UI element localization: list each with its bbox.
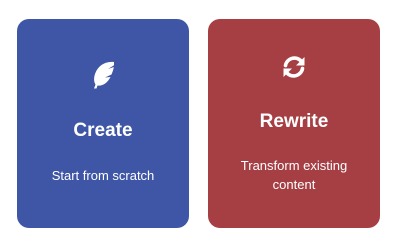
- sync-icon: [208, 53, 380, 81]
- feather-icon: [17, 60, 189, 90]
- create-card[interactable]: Create Start from scratch: [17, 19, 189, 228]
- rewrite-card-title: Rewrite: [259, 111, 329, 132]
- create-card-description: Start from scratch: [51, 168, 155, 183]
- rewrite-card-description: Transform existing content: [240, 158, 348, 192]
- create-card-title: Create: [73, 120, 133, 141]
- rewrite-card[interactable]: Rewrite Transform existing content: [208, 19, 380, 228]
